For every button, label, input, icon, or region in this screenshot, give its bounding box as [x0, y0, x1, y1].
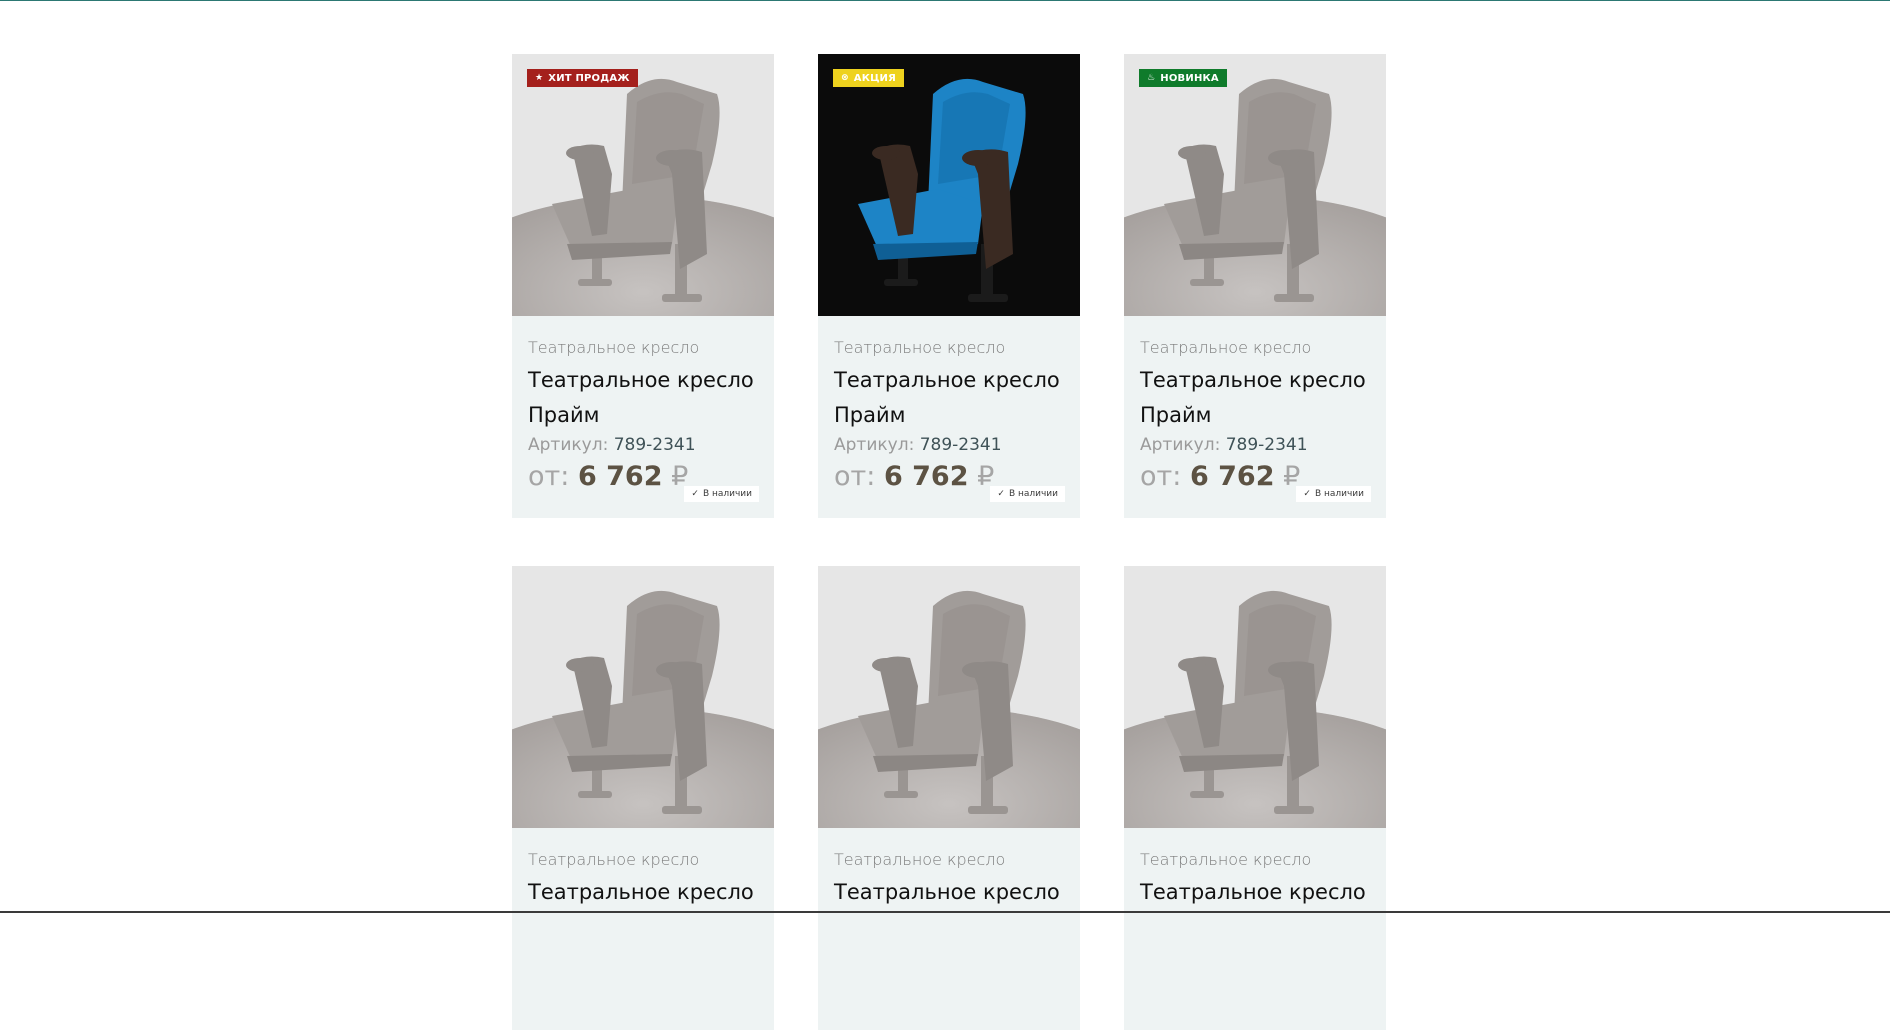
price-value: 6 762	[883, 461, 969, 492]
product-card[interactable]: Театральное кресло Театральное кресло	[1124, 566, 1386, 1030]
stock-tag: ✓ В наличии	[990, 486, 1065, 502]
check-icon: ✓	[997, 489, 1005, 499]
price-value: 6 762	[577, 461, 663, 492]
product-sku: Артикул: 789-2341	[1140, 435, 1370, 455]
star-icon: ★	[535, 72, 544, 83]
product-card[interactable]: Театральное кресло Театральное кресло	[818, 566, 1080, 1030]
check-icon: ✓	[1303, 489, 1311, 499]
product-title[interactable]: Театральное кресло Прайм	[834, 363, 1062, 433]
badge-label: ХИТ ПРОДАЖ	[548, 72, 630, 84]
product-photo[interactable]	[512, 566, 774, 828]
sku-label: Артикул:	[1140, 435, 1226, 455]
badge-sale: ⊗ АКЦИЯ	[833, 69, 905, 87]
badge-label: НОВИНКА	[1160, 72, 1219, 84]
product-title[interactable]: Театральное кресло	[834, 875, 1062, 910]
price-prefix: от:	[834, 461, 884, 492]
product-title[interactable]: Театральное кресло Прайм	[1140, 363, 1368, 433]
product-category: Театральное кресло	[1140, 338, 1312, 357]
badge-new: ♨ НОВИНКА	[1139, 69, 1227, 87]
product-title[interactable]: Театральное кресло	[528, 875, 756, 910]
product-photo[interactable]	[512, 54, 774, 316]
stock-label: В наличии	[1314, 489, 1364, 499]
product-card[interactable]: Театральное кресло Театральное кресло	[512, 566, 774, 1030]
sku-value: 789-2341	[919, 435, 1002, 455]
product-category: Театральное кресло	[528, 850, 700, 869]
sku-label: Артикул:	[528, 435, 614, 455]
product-grid: ★ ХИТ ПРОДАЖ ✓ В наличии Театральное кре…	[512, 54, 1386, 1030]
badge-label: АКЦИЯ	[853, 72, 897, 84]
chair-image	[512, 566, 774, 828]
top-divider	[0, 0, 1890, 1]
product-card[interactable]: ⊗ АКЦИЯ ✓ В наличии Театральное кресло Т…	[818, 54, 1080, 518]
sku-value: 789-2341	[1225, 435, 1308, 455]
chair-image	[818, 54, 1080, 316]
price-prefix: от:	[528, 461, 578, 492]
chair-image	[818, 566, 1080, 828]
stock-label: В наличии	[702, 489, 752, 499]
chair-image	[1124, 566, 1386, 828]
product-card[interactable]: ★ ХИТ ПРОДАЖ ✓ В наличии Театральное кре…	[512, 54, 774, 518]
product-title[interactable]: Театральное кресло Прайм	[528, 363, 756, 433]
product-photo[interactable]	[818, 54, 1080, 316]
stock-label: В наличии	[1008, 489, 1058, 499]
price-value: 6 762	[1189, 461, 1275, 492]
price-prefix: от:	[1140, 461, 1190, 492]
product-category: Театральное кресло	[834, 850, 1006, 869]
product-photo[interactable]	[818, 566, 1080, 828]
product-category: Театральное кресло	[528, 338, 700, 357]
stock-tag: ✓ В наличии	[684, 486, 759, 502]
chair-image	[1124, 54, 1386, 316]
chair-image	[512, 54, 774, 316]
product-sku: Артикул: 789-2341	[528, 435, 758, 455]
product-category: Театральное кресло	[1140, 850, 1312, 869]
sku-value: 789-2341	[613, 435, 696, 455]
product-sku: Артикул: 789-2341	[834, 435, 1064, 455]
product-title[interactable]: Театральное кресло	[1140, 875, 1368, 910]
product-photo[interactable]	[1124, 54, 1386, 316]
stock-tag: ✓ В наличии	[1296, 486, 1371, 502]
percent-icon: ⊗	[841, 72, 849, 83]
sku-label: Артикул:	[834, 435, 920, 455]
product-card[interactable]: ♨ НОВИНКА ✓ В наличии Театральное кресло…	[1124, 54, 1386, 518]
check-icon: ✓	[691, 489, 699, 499]
product-category: Театральное кресло	[834, 338, 1006, 357]
product-photo[interactable]	[1124, 566, 1386, 828]
flame-icon: ♨	[1147, 72, 1156, 83]
badge-hit: ★ ХИТ ПРОДАЖ	[527, 69, 638, 87]
